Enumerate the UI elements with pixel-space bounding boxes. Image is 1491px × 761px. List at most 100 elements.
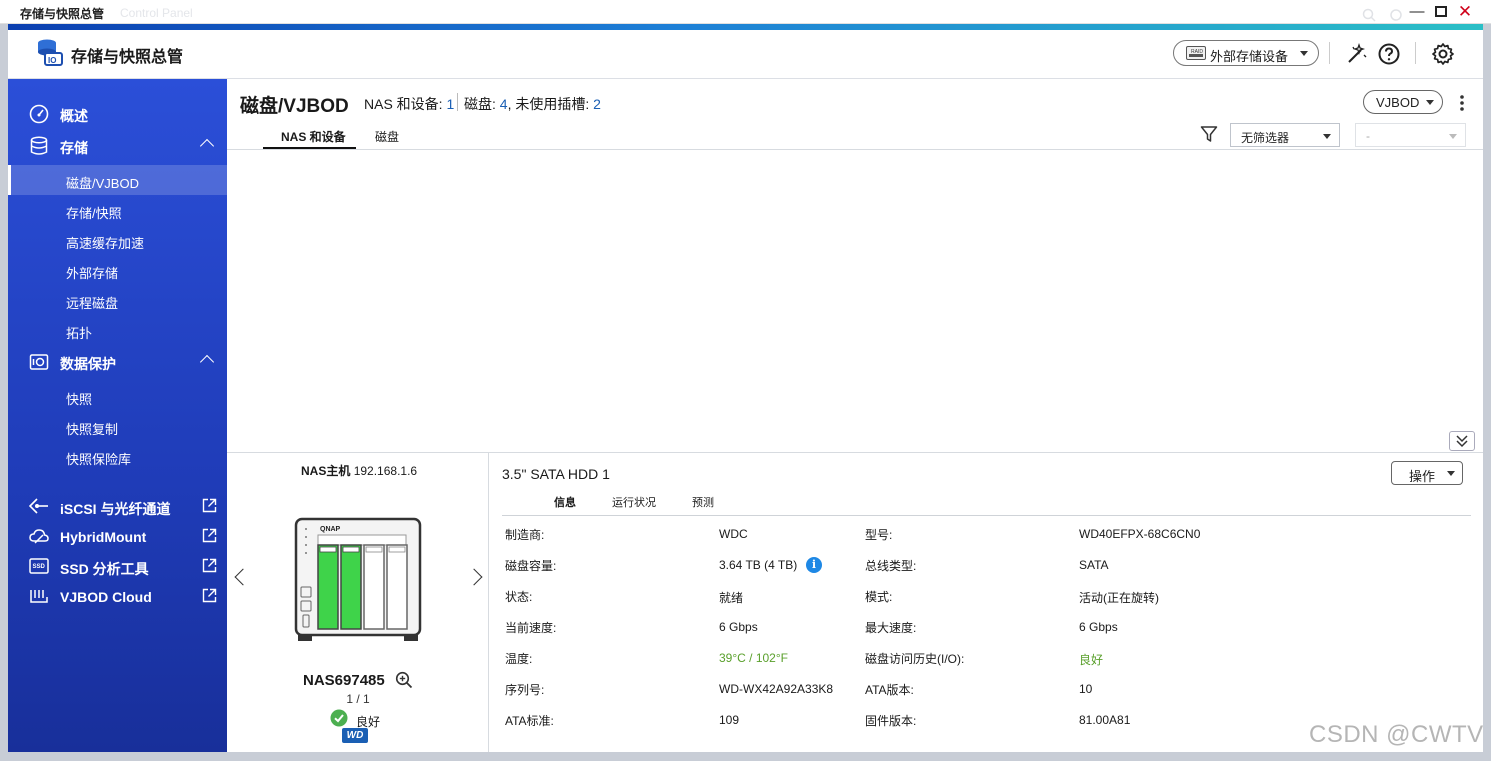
chevron-down-icon — [1323, 134, 1331, 139]
external-link-icon — [202, 588, 217, 603]
external-link-icon — [202, 528, 217, 543]
sidebar-label-storage: 存储 — [60, 140, 88, 156]
nas-host: NAS主机 192.168.1.6 — [301, 464, 418, 478]
database-icon — [30, 136, 48, 155]
chevron-down-icon — [1300, 51, 1308, 56]
tab-prediction[interactable]: 预测 — [692, 494, 714, 510]
nas-name: NAS697485 — [303, 672, 385, 689]
current-speed-value: 6 Gbps — [719, 620, 758, 634]
access-history-value: 良好 — [1079, 653, 1104, 667]
sidebar-group-storage[interactable]: 存储 — [8, 131, 227, 161]
cloud-drive-icon — [29, 529, 49, 544]
capacity-label: 磁盘容量: — [505, 559, 557, 573]
ata-standard-label: ATA标准: — [505, 714, 554, 728]
check-circle-icon — [330, 709, 348, 727]
header-divider — [1329, 42, 1330, 64]
tab-info[interactable]: 信息 — [554, 494, 576, 510]
sidebar-label-iscsi: iSCSI 与光纤通道 — [60, 501, 171, 517]
chevron-up-icon — [199, 354, 215, 370]
sidebar-item-snapshot-vault[interactable]: 快照保险库 — [8, 441, 227, 471]
sidebar: 概述 存储 磁盘/VJBOD 存储/快照 高速缓存加速 外部存储 远程磁盘 拓扑… — [8, 79, 227, 752]
actions-button[interactable]: 操作 — [1391, 461, 1463, 485]
window-title: 存储与快照总管 — [20, 7, 105, 21]
storage-app-icon: IO — [38, 39, 63, 66]
help-icon[interactable] — [1377, 42, 1401, 66]
external-link-icon — [202, 498, 217, 513]
status-value: 就绪 — [719, 591, 744, 605]
filter-icon[interactable] — [1200, 125, 1218, 143]
window-titlebar: 存储与快照总管 Control Panel — ✕ — [0, 0, 1491, 24]
temperature-label: 温度: — [505, 652, 533, 666]
stat-divider — [457, 93, 458, 111]
raid-icon: RAID — [1186, 46, 1206, 60]
sidebar-label-hybridmount: HybridMount — [60, 529, 147, 545]
external-storage-button[interactable]: RAID 外部存储设备 — [1173, 40, 1319, 66]
watermark: CSDN @CWTV — [1309, 721, 1484, 748]
wand-icon[interactable] — [1345, 42, 1369, 66]
app-header: IO 存储与快照总管 RAID 外部存储设备 — [8, 30, 1483, 79]
close-button[interactable]: ✕ — [1454, 3, 1476, 21]
serial-label: 序列号: — [505, 683, 545, 697]
ata-standard-value: 109 — [719, 713, 740, 727]
tab-health[interactable]: 运行状况 — [612, 494, 656, 510]
sidebar-link-ssd-tool[interactable]: SSD SSD 分析工具 — [8, 551, 227, 581]
nas-overview-panel: NAS主机 192.168.1.6 QNAP NAS697485 1 / 1 良… — [227, 453, 489, 753]
sidebar-label-ssd-tool: SSD 分析工具 — [60, 561, 149, 577]
disk-info-panel: 3.5" SATA HDD 1 操作 信息 运行状况 预测 制造商: WDC 磁… — [490, 453, 1483, 753]
detail-panel: NAS主机 192.168.1.6 QNAP NAS697485 1 / 1 良… — [227, 452, 1483, 753]
settings-icon[interactable] — [1431, 42, 1455, 66]
sidebar-item-cache-acceleration[interactable]: 高速缓存加速 — [8, 225, 227, 255]
sidebar-item-snapshot-replica[interactable]: 快照复制 — [8, 411, 227, 441]
filter-select[interactable]: 无筛选器 — [1230, 123, 1340, 147]
sidebar-item-storage-snapshots[interactable]: 存储/快照 — [8, 195, 227, 225]
firmware-label: 固件版本: — [865, 714, 917, 728]
sidebar-item-overview[interactable]: 概述 — [8, 99, 227, 129]
chevron-down-icon — [1426, 100, 1434, 105]
mode-label: 模式: — [865, 590, 893, 604]
tab-disks[interactable]: 磁盘 — [375, 128, 399, 145]
tabs-bar: NAS 和设备 磁盘 无筛选器 - — [227, 119, 1483, 150]
sidebar-link-hybridmount[interactable]: HybridMount — [8, 521, 227, 551]
iscsi-icon — [29, 498, 48, 514]
zoom-in-icon[interactable] — [395, 671, 413, 689]
sidebar-link-vjbod-cloud[interactable]: VJBOD Cloud — [8, 581, 227, 611]
safe-icon — [29, 354, 49, 370]
ata-version-value: 10 — [1079, 682, 1093, 696]
temperature-value: 39°C / 102°F — [719, 651, 788, 665]
access-history-label: 磁盘访问历史(I/O): — [865, 652, 965, 666]
chevron-down-icon — [1449, 134, 1457, 139]
model-label: 型号: — [865, 528, 893, 542]
status-label: 状态: — [505, 590, 533, 604]
tabs-divider — [502, 515, 1471, 516]
nas-count-stat: NAS 和设备: 1 — [364, 96, 455, 112]
sidebar-item-remote-disk[interactable]: 远程磁盘 — [8, 285, 227, 315]
minimize-button[interactable]: — — [1406, 3, 1428, 21]
sidebar-item-disks-vjbod[interactable]: 磁盘/VJBOD — [8, 165, 227, 195]
active-tab-indicator — [263, 147, 356, 149]
info-icon[interactable]: i — [806, 557, 822, 573]
sidebar-label-overview: 概述 — [60, 108, 88, 124]
maximize-button[interactable] — [1430, 3, 1452, 21]
filter-secondary-select[interactable]: - — [1355, 123, 1466, 147]
header-divider-2 — [1415, 42, 1416, 64]
manufacturer-label: 制造商: — [505, 528, 545, 542]
sidebar-link-iscsi[interactable]: iSCSI 与光纤通道 — [8, 491, 227, 521]
next-arrow-icon[interactable] — [465, 568, 483, 586]
collapse-panel-button[interactable] — [1449, 431, 1475, 451]
ssd-icon: SSD — [29, 558, 49, 574]
model-value: WD40EFPX-68C6CN0 — [1079, 527, 1201, 541]
sidebar-item-snapshot[interactable]: 快照 — [8, 381, 227, 411]
max-speed-value: 6 Gbps — [1079, 620, 1118, 634]
sidebar-group-data-protection[interactable]: 数据保护 — [8, 347, 227, 377]
gauge-icon — [29, 104, 49, 124]
sidebar-item-topology[interactable]: 拓扑 — [8, 315, 227, 345]
serial-value: WD-WX42A92A33K8 — [719, 682, 834, 696]
window-bottom-edge — [8, 752, 1483, 761]
main-content: 磁盘/VJBOD NAS 和设备: 1 磁盘: 4, 未使用插槽: 2 VJBO… — [227, 79, 1483, 753]
sidebar-item-external-storage[interactable]: 外部存储 — [8, 255, 227, 285]
vjbod-button[interactable]: VJBOD — [1363, 90, 1443, 114]
more-options-icon[interactable] — [1456, 93, 1468, 113]
chevron-down-icon — [1447, 471, 1455, 476]
tab-nas-devices[interactable]: NAS 和设备 — [281, 128, 346, 145]
previous-arrow-icon[interactable] — [234, 568, 252, 586]
